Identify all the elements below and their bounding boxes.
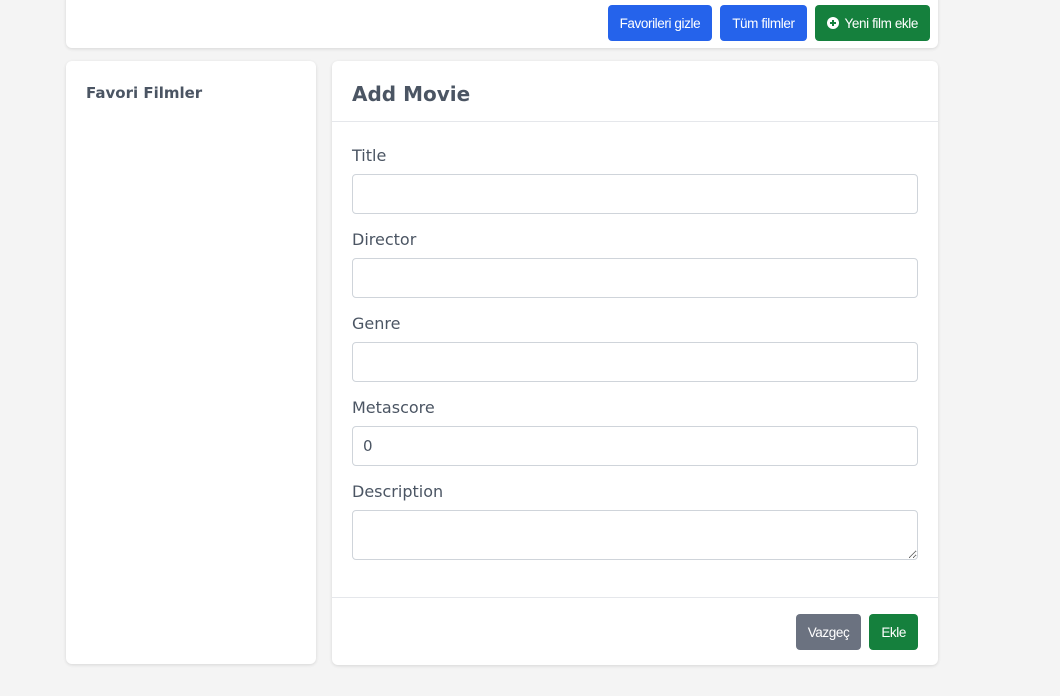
description-field: Description [352, 482, 918, 564]
genre-field: Genre [352, 314, 918, 382]
title-field: Title [352, 146, 918, 214]
add-movie-form: Add Movie Title Director Genre Metascore… [332, 61, 938, 665]
form-actions: Vazgeç Ekle [795, 614, 918, 650]
top-toolbar: Favorileri gizle Tüm filmler Yeni film e… [66, 0, 938, 48]
hide-favorites-button[interactable]: Favorileri gizle [607, 5, 713, 41]
metascore-label: Metascore [352, 398, 435, 417]
form-footer: Vazgeç Ekle [332, 597, 938, 665]
add-movie-button[interactable]: Yeni film ekle [814, 5, 930, 41]
form-title: Add Movie [352, 82, 471, 106]
director-label: Director [352, 230, 417, 249]
director-input[interactable] [352, 258, 918, 298]
favorites-sidebar: Favori Filmler [66, 61, 316, 664]
genre-input[interactable] [352, 342, 918, 382]
director-field: Director [352, 230, 918, 298]
genre-label: Genre [352, 314, 401, 333]
title-input[interactable] [352, 174, 918, 214]
cancel-button[interactable]: Vazgeç [795, 614, 862, 650]
add-movie-button-label: Yeni film ekle [844, 15, 919, 31]
metascore-field: Metascore [352, 398, 918, 466]
description-label: Description [352, 482, 444, 501]
submit-button[interactable]: Ekle [869, 614, 918, 650]
description-textarea[interactable] [352, 510, 918, 560]
form-header: Add Movie [332, 61, 938, 122]
plus-circle-icon [826, 17, 839, 29]
title-label: Title [352, 146, 387, 165]
all-movies-button[interactable]: Tüm filmler [720, 5, 807, 41]
top-actions: Favorileri gizle Tüm filmler Yeni film e… [607, 5, 930, 41]
form-body: Title Director Genre Metascore Descripti… [332, 122, 938, 597]
favorites-title: Favori Filmler [86, 84, 203, 102]
metascore-input[interactable] [352, 426, 918, 466]
